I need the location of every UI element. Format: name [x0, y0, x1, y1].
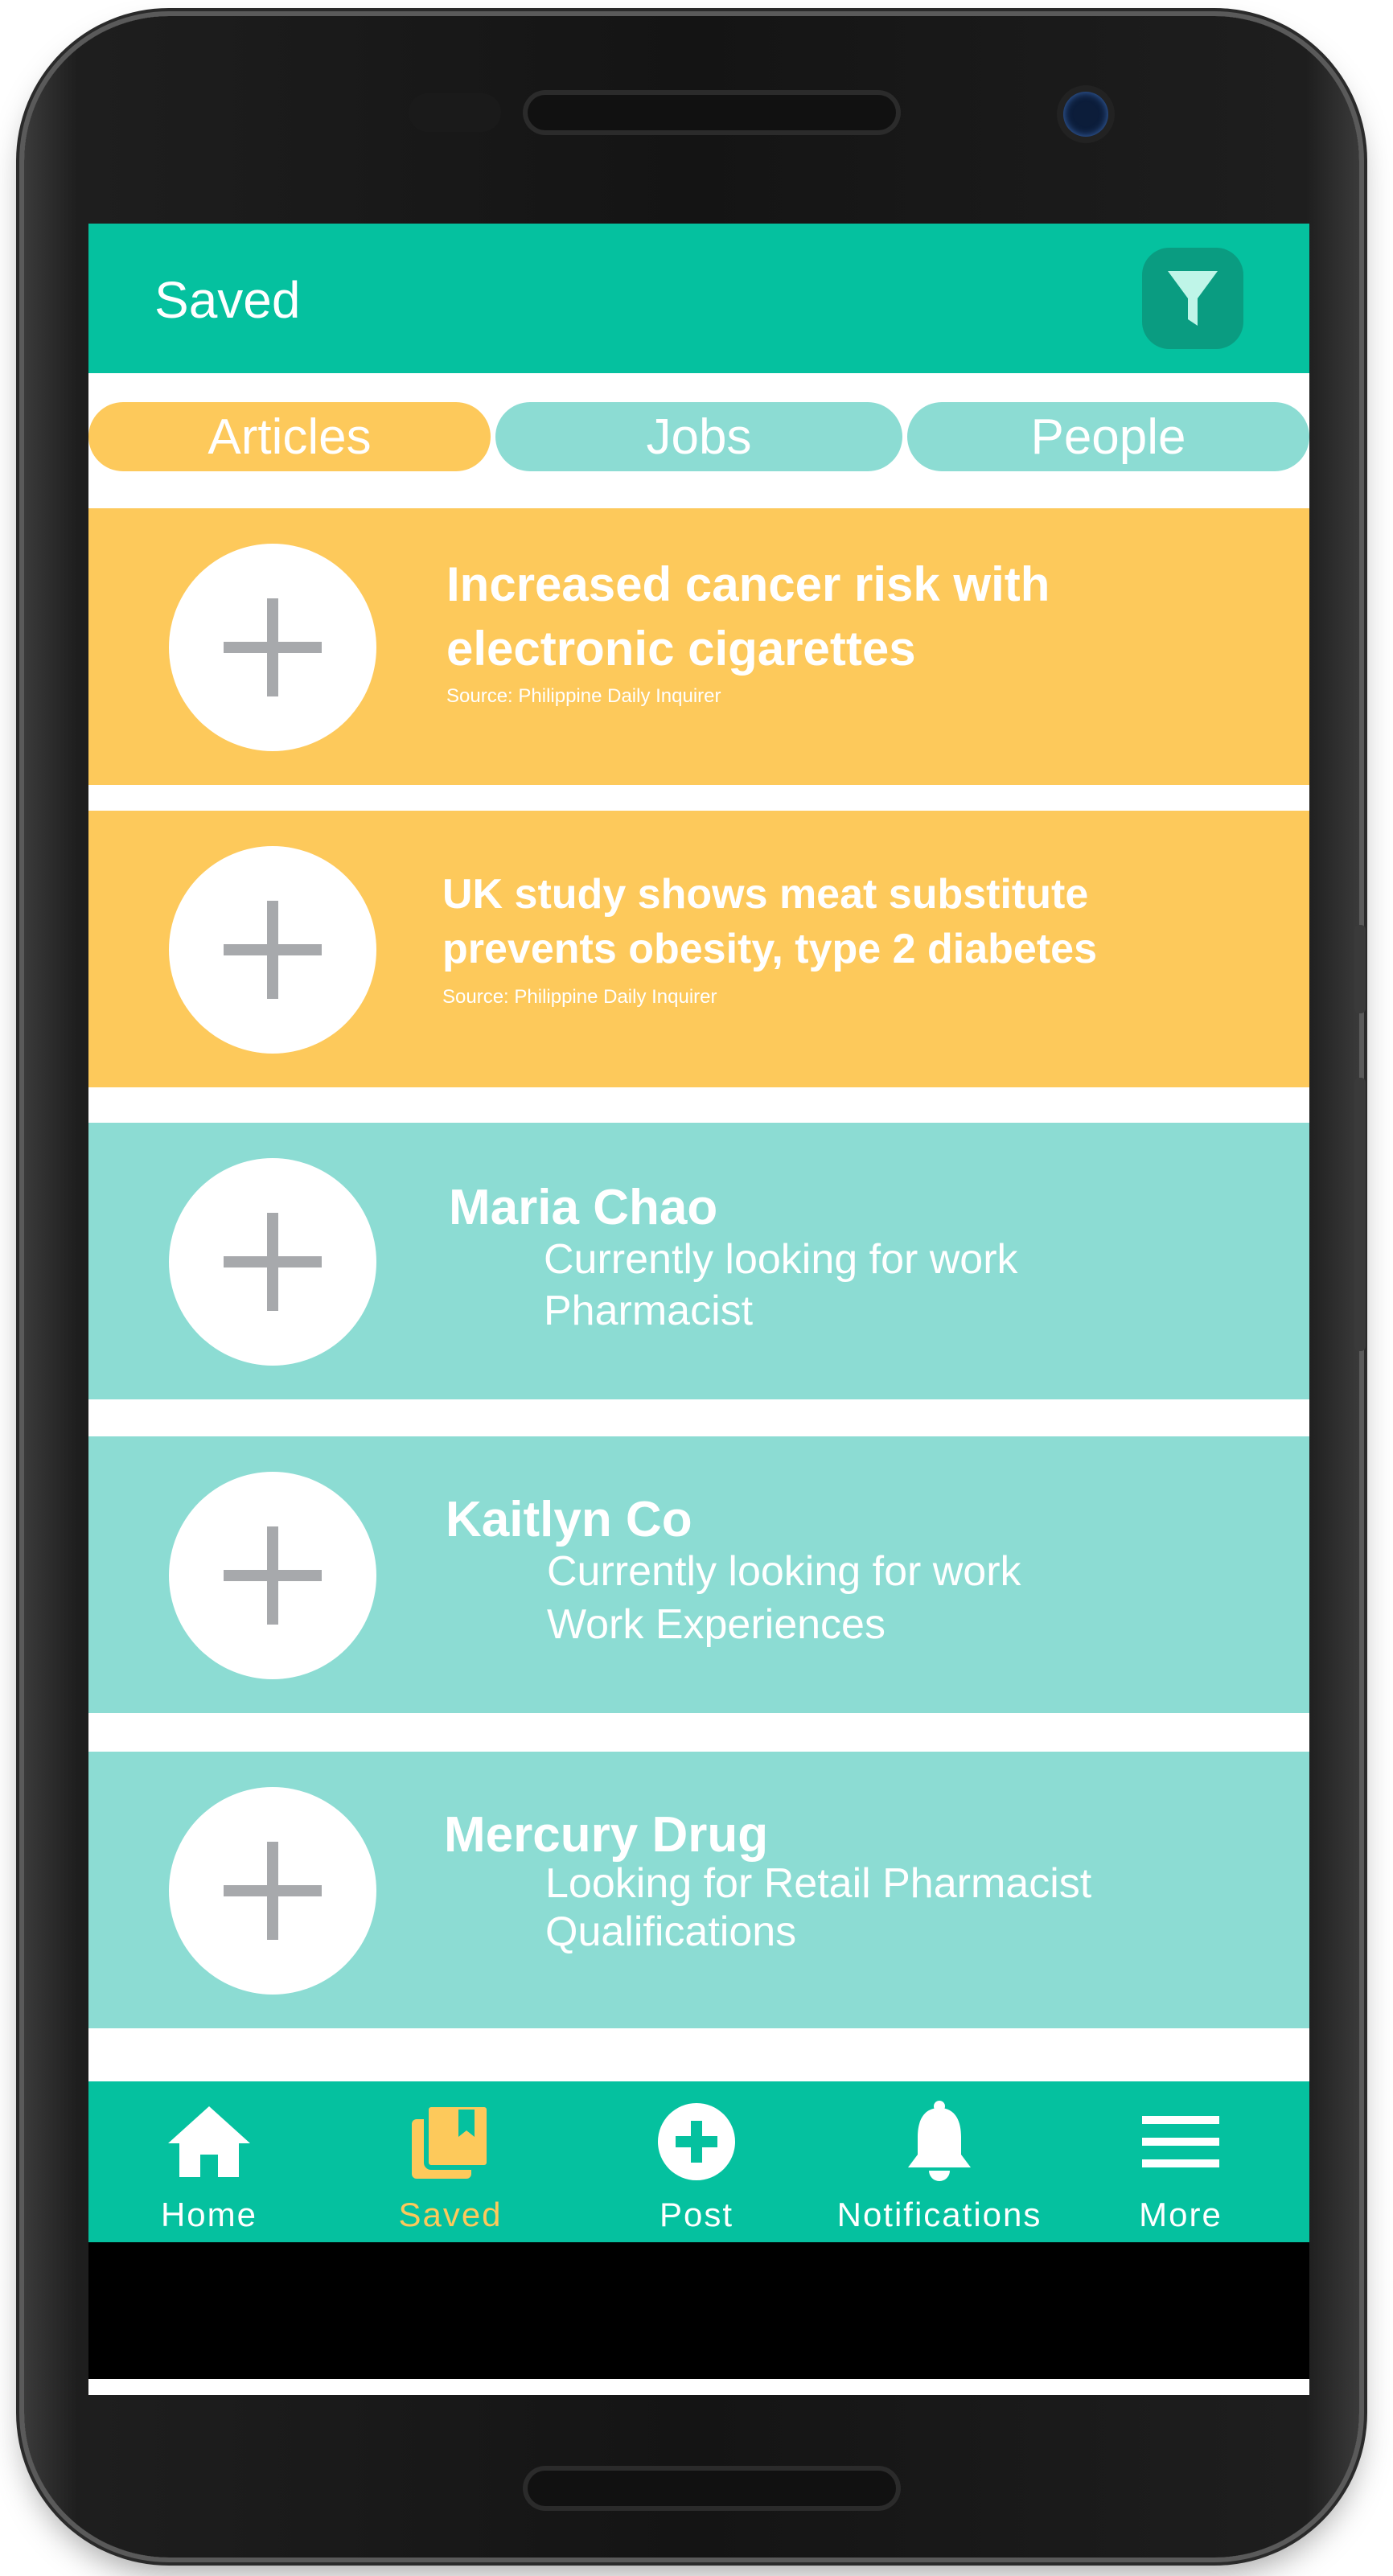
post-icon: [658, 2103, 735, 2180]
person-card[interactable]: Maria Chao Currently looking for work Ph…: [88, 1123, 1309, 1399]
add-button[interactable]: [169, 1158, 376, 1366]
plus-icon: [224, 901, 322, 999]
filter-button[interactable]: [1142, 248, 1243, 349]
nav-more[interactable]: More: [1060, 2081, 1301, 2242]
add-button[interactable]: [169, 1472, 376, 1679]
plus-icon: [224, 1526, 322, 1625]
article-card[interactable]: UK study shows meat substitute prevents …: [88, 811, 1309, 1087]
menu-icon: [1142, 2116, 1219, 2167]
article-title-line2: electronic cigarettes: [446, 622, 916, 676]
plus-icon: [224, 598, 322, 696]
article-card[interactable]: Increased cancer risk with electronic ci…: [88, 508, 1309, 785]
person-card[interactable]: Kaitlyn Co Currently looking for work Wo…: [88, 1436, 1309, 1713]
company-name: Mercury Drug: [444, 1807, 769, 1863]
app-bar: Saved: [88, 224, 1309, 373]
tab-jobs[interactable]: Jobs: [495, 402, 902, 471]
nav-label: Post: [659, 2196, 734, 2233]
job-title: Looking for Retail Pharmacist: [545, 1860, 1092, 1907]
page-title: Saved: [154, 271, 301, 329]
plus-icon: [224, 1213, 322, 1311]
bottom-navigation: Home Saved Post Notifications More: [88, 2081, 1309, 2242]
nav-home[interactable]: Home: [88, 2081, 330, 2242]
job-card[interactable]: Mercury Drug Looking for Retail Pharmaci…: [88, 1752, 1309, 2028]
tab-label: People: [1030, 409, 1186, 465]
person-name: Kaitlyn Co: [446, 1492, 692, 1547]
article-source: Source: Philippine Daily Inquirer: [446, 685, 721, 707]
tab-label: Jobs: [646, 409, 752, 465]
person-detail: Work Experiences: [547, 1601, 886, 1648]
bell-icon: [908, 2101, 971, 2181]
nav-label: Saved: [398, 2196, 503, 2233]
nav-label: More: [1139, 2196, 1222, 2233]
article-title-line1: Increased cancer risk with: [446, 557, 1050, 611]
app-screen: Saved Articles Jobs People Increased can…: [88, 224, 1309, 2395]
person-name: Maria Chao: [449, 1180, 718, 1235]
screen-bottom-edge: [88, 2379, 1309, 2395]
nav-label: Notifications: [836, 2196, 1042, 2233]
saved-icon: [412, 2102, 491, 2179]
power-button: [1354, 1078, 1366, 1351]
nav-saved[interactable]: Saved: [330, 2081, 571, 2242]
add-button[interactable]: [169, 846, 376, 1054]
article-title-line2: prevents obesity, type 2 diabetes: [442, 926, 1097, 972]
person-detail: Pharmacist: [544, 1288, 754, 1334]
home-icon: [168, 2106, 250, 2177]
tab-articles[interactable]: Articles: [88, 402, 491, 471]
nav-post[interactable]: Post: [576, 2081, 817, 2242]
add-button[interactable]: [169, 544, 376, 751]
volume-button: [1354, 925, 1366, 1013]
person-status: Currently looking for work: [547, 1548, 1021, 1595]
front-camera: [1063, 92, 1108, 137]
job-detail: Qualifications: [545, 1908, 797, 1955]
add-button[interactable]: [169, 1787, 376, 1995]
proximity-sensor: [409, 93, 501, 132]
bottom-speaker: [523, 2466, 901, 2511]
tab-label: Articles: [208, 409, 372, 465]
tab-people[interactable]: People: [907, 402, 1309, 471]
filter-icon: [1168, 271, 1218, 326]
person-status: Currently looking for work: [544, 1236, 1018, 1283]
article-title-line1: UK study shows meat substitute: [442, 871, 1089, 918]
top-speaker: [523, 90, 901, 135]
article-source: Source: Philippine Daily Inquirer: [442, 986, 717, 1008]
system-nav-area: [88, 2242, 1309, 2379]
nav-label: Home: [160, 2196, 258, 2233]
nav-notifications[interactable]: Notifications: [819, 2081, 1060, 2242]
plus-icon: [224, 1842, 322, 1940]
tab-bar: Articles Jobs People: [88, 402, 1309, 471]
